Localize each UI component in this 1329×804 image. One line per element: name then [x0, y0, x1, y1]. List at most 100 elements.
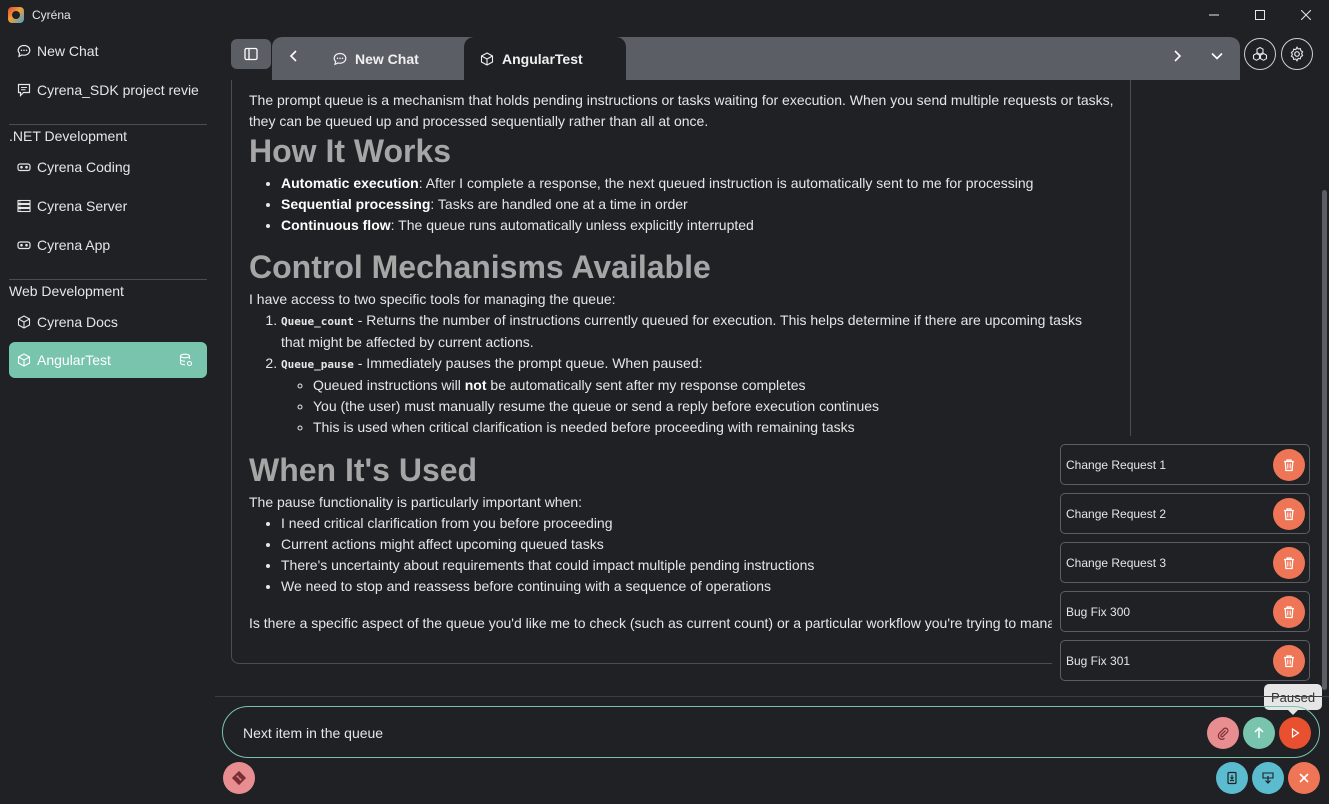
sidebar-item-label: AngularTest — [37, 352, 111, 368]
message-heading: When It's Used — [249, 452, 478, 488]
window-controls — [1191, 0, 1329, 30]
settings-button[interactable] — [1281, 38, 1313, 70]
models-button[interactable] — [1244, 38, 1276, 70]
tab-angulartest[interactable]: AngularTest — [464, 37, 626, 80]
list-item: We need to stop and reassess before cont… — [281, 576, 1130, 597]
vr-goggles-icon — [17, 160, 31, 174]
sidebar-item-cyrena-coding[interactable]: Cyrena Coding — [9, 149, 207, 185]
resume-queue-button[interactable] — [1279, 717, 1311, 749]
chevron-right-icon — [1174, 50, 1182, 62]
sidebar-item-cyrena-docs[interactable]: Cyrena Docs — [9, 304, 207, 340]
chat-bubble-icon — [17, 44, 31, 58]
list-item: You (the user) must manually resume the … — [313, 396, 1130, 417]
list-item: This is used when critical clarification… — [313, 417, 1130, 438]
sidebar-group-title: .NET Development — [9, 128, 128, 144]
list-item: Automatic execution: After I complete a … — [281, 173, 1130, 194]
tab-scroll-right-button[interactable] — [1165, 44, 1189, 68]
sidebar-item-cyrena-server[interactable]: Cyrena Server — [9, 188, 207, 224]
git-button[interactable] — [223, 762, 255, 794]
sidebar-item-label: Cyrena App — [37, 237, 111, 253]
app-logo-icon — [8, 7, 24, 23]
sidebar-group-title: Web Development — [9, 283, 124, 299]
input-divider — [215, 696, 1329, 697]
sidebar-item-new-chat[interactable]: New Chat — [9, 33, 207, 69]
send-button[interactable] — [1243, 717, 1275, 749]
download-icon — [1262, 772, 1274, 784]
chat-bubble-text-icon — [17, 83, 31, 97]
list-item: Sequential processing: Tasks are handled… — [281, 194, 1130, 215]
tab-label: New Chat — [355, 50, 419, 67]
message-paragraph: The prompt queue is a mechanism that hol… — [249, 92, 1114, 108]
trash-icon — [1284, 606, 1294, 619]
assistant-message: The prompt queue is a mechanism that hol… — [231, 80, 1131, 664]
server-icon — [17, 199, 31, 213]
chevron-left-icon — [289, 50, 297, 62]
close-window-button[interactable] — [1283, 0, 1329, 30]
list-item: Continuous flow: The queue runs automati… — [281, 215, 1130, 236]
close-chat-button[interactable] — [1288, 762, 1320, 794]
minimize-button[interactable] — [1191, 0, 1237, 30]
trash-icon — [1284, 557, 1294, 570]
sidebar-item-cyrena-app[interactable]: Cyrena App — [9, 227, 207, 263]
delete-queue-item-button[interactable] — [1273, 547, 1305, 579]
list-item: Queued instructions will not be automati… — [313, 375, 1130, 396]
maximize-button[interactable] — [1237, 0, 1283, 30]
play-icon — [1291, 727, 1300, 739]
message-ordered-list: Queue_count - Returns the number of inst… — [249, 310, 1130, 438]
arrow-up-icon — [1254, 726, 1264, 738]
delete-queue-item-button[interactable] — [1273, 449, 1305, 481]
download-button[interactable] — [1252, 762, 1284, 794]
tab-label: AngularTest — [502, 50, 583, 67]
sidebar-item-label: Cyrena Server — [37, 198, 128, 214]
paperclip-icon — [1217, 727, 1229, 740]
list-item: I need critical clarification from you b… — [281, 513, 1130, 534]
message-content: The prompt queue is a mechanism that hol… — [249, 90, 1130, 634]
queue-item[interactable]: Change Request 2 — [1060, 493, 1310, 534]
queue-item[interactable]: Bug Fix 300 — [1060, 591, 1310, 632]
sidebar-item-label: Cyrena Docs — [37, 314, 118, 330]
list-item: Current actions might affect upcoming qu… — [281, 534, 1130, 555]
message-paragraph: I have access to two specific tools for … — [249, 291, 616, 307]
queue-item-label: Change Request 1 — [1066, 457, 1167, 472]
chevron-down-icon — [1211, 52, 1223, 60]
queue-item[interactable]: Change Request 3 — [1060, 542, 1310, 583]
tab-list-dropdown-button[interactable] — [1205, 44, 1229, 68]
queue-item-label: Change Request 2 — [1066, 506, 1167, 521]
trash-icon — [1284, 508, 1294, 521]
tab-new-chat[interactable]: New Chat — [317, 37, 463, 80]
queue-item[interactable]: Bug Fix 301 — [1060, 640, 1310, 681]
trash-icon — [1284, 459, 1294, 472]
chat-input[interactable] — [243, 721, 1143, 745]
tab-scroll-left-button[interactable] — [282, 44, 306, 68]
delete-queue-item-button[interactable] — [1273, 498, 1305, 530]
sidebar-panel-icon — [244, 47, 258, 61]
git-icon — [231, 770, 247, 786]
document-button[interactable] — [1216, 762, 1248, 794]
sidebar-item-angulartest[interactable]: AngularTest — [9, 342, 207, 378]
app-title: Cyréna — [32, 8, 71, 22]
prompt-queue-panel: Change Request 1 Change Request 2 Change… — [1052, 436, 1320, 694]
sidebar-toggle-button[interactable] — [231, 39, 271, 69]
trash-icon — [1284, 655, 1294, 668]
sidebar-divider — [9, 279, 207, 280]
sidebar-item-label: Cyrena Coding — [37, 159, 131, 175]
attach-button[interactable] — [1207, 717, 1239, 749]
chat-input-box — [222, 706, 1320, 758]
sidebar-item-label: Cyrena_SDK project revie — [37, 82, 199, 98]
queue-item-label: Change Request 3 — [1066, 555, 1167, 570]
box-icon — [17, 353, 31, 367]
message-paragraph: The pause functionality is particularly … — [249, 494, 583, 510]
chat-scrollbar-thumb[interactable] — [1322, 190, 1327, 690]
database-settings-icon[interactable] — [179, 353, 193, 370]
sidebar-divider — [9, 124, 207, 125]
tab-bar: New Chat AngularTest — [215, 30, 1329, 80]
delete-queue-item-button[interactable] — [1273, 596, 1305, 628]
sidebar-item-label: New Chat — [37, 43, 99, 59]
message-heading: Control Mechanisms Available — [249, 249, 711, 285]
delete-queue-item-button[interactable] — [1273, 645, 1305, 677]
sidebar-item-cyrena-sdk[interactable]: Cyrena_SDK project revie — [9, 72, 207, 108]
queue-item[interactable]: Change Request 1 — [1060, 444, 1310, 485]
message-paragraph: Is there a specific aspect of the queue … — [249, 615, 1063, 631]
document-icon — [1227, 771, 1237, 785]
message-paragraph: they can be queued up and processed sequ… — [249, 113, 709, 129]
